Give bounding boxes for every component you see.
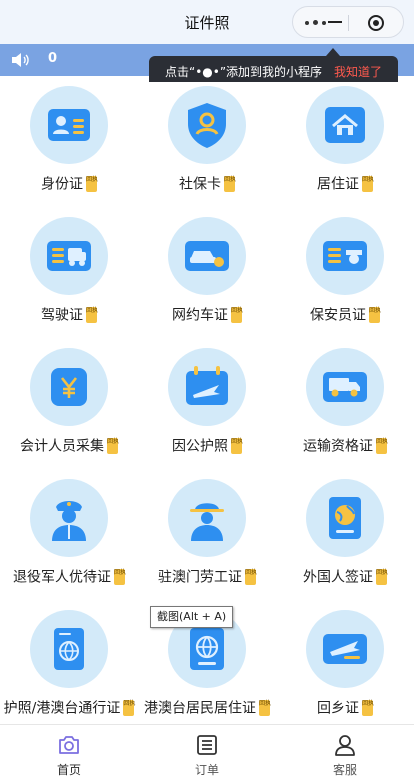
receipt-badge: 回执 <box>86 306 98 323</box>
capsule-divider <box>348 15 349 31</box>
notice-count: 0 <box>48 51 58 66</box>
grid-item-official-passport[interactable]: 因公护照 回执 <box>138 338 276 469</box>
bottom-tab-bar: 首页 订单 客服 <box>0 724 414 780</box>
passport-icon <box>54 628 84 670</box>
grid-item-accountant-collection[interactable]: 会计人员采集 回执 <box>0 338 138 469</box>
receipt-badge: 回执 <box>107 437 119 454</box>
grid-item-home-return-permit[interactable]: 回乡证 回执 <box>276 600 414 724</box>
grid-item-label: 回乡证 <box>317 700 359 717</box>
grid-item-label: 身份证 <box>41 176 83 193</box>
truck-license-icon <box>47 241 91 271</box>
receipt-badge: 回执 <box>231 437 243 454</box>
person-icon <box>335 735 355 756</box>
grid-item-passport-hk-macau-taiwan-permit[interactable]: 护照/港澳台通行证 回执 <box>0 600 138 724</box>
calendar-plane-icon <box>186 366 228 405</box>
grid-item-foreigner-visa[interactable]: 外国人签证 回执 <box>276 469 414 600</box>
tooltip-message: 点击“•●•”添加到我的小程序 <box>165 65 323 79</box>
receipt-badge: 回执 <box>114 568 126 585</box>
grid-item-residence-permit[interactable]: 居住证 回执 <box>276 76 414 207</box>
house-icon <box>325 107 365 143</box>
tab-customer-service[interactable]: 客服 <box>276 725 414 780</box>
grid-item-label: 因公护照 <box>172 438 228 455</box>
grid-item-label: 港澳台居民居住证 <box>144 700 256 717</box>
tab-label: 订单 <box>194 763 219 777</box>
grid-item-label: 运输资格证 <box>303 438 373 455</box>
grid-item-label: 网约车证 <box>172 307 228 324</box>
receipt-badge: 回执 <box>231 306 243 323</box>
tab-label: 首页 <box>56 763 81 777</box>
yuan-icon <box>51 368 87 406</box>
receipt-badge: 回执 <box>224 175 236 192</box>
grid-item-label: 护照/港澳台通行证 <box>3 700 121 717</box>
grid-item-label: 保安员证 <box>310 307 366 324</box>
grid-item-label: 居住证 <box>317 176 359 193</box>
camera-icon <box>59 736 79 754</box>
screenshot-hint-tooltip: 截图(Alt + A) <box>150 606 234 628</box>
mini-program-capsule <box>292 6 404 38</box>
grid-item-id-card[interactable]: 身份证 回执 <box>0 76 138 207</box>
grid-item-macau-labor-card[interactable]: 驻澳门劳工证 回执 <box>138 469 276 600</box>
id-card-icon <box>48 109 90 141</box>
grid-item-label: 退役军人优待证 <box>13 569 111 586</box>
shield-person-icon <box>188 103 226 148</box>
receipt-badge: 回执 <box>245 568 257 585</box>
top-nav-bar: 证件照 <box>0 0 414 44</box>
grid-item-label: 驻澳门劳工证 <box>158 569 242 586</box>
grid-item-security-guard-license[interactable]: 保安员证 回执 <box>276 207 414 338</box>
grid-item-social-security-card[interactable]: 社保卡 回执 <box>138 76 276 207</box>
more-menu-icon[interactable] <box>305 20 327 26</box>
grid-item-label: 外国人签证 <box>303 569 373 586</box>
receipt-badge: 回执 <box>259 699 271 716</box>
receipt-badge: 回执 <box>376 568 388 585</box>
delivery-truck-icon <box>323 372 367 402</box>
tooltip-dismiss-button[interactable]: 我知道了 <box>334 63 382 80</box>
minimize-icon[interactable] <box>328 21 342 23</box>
grid-item-label: 社保卡 <box>179 176 221 193</box>
grid-item-ride-hailing-license[interactable]: 网约车证 回执 <box>138 207 276 338</box>
receipt-badge: 回执 <box>362 699 374 716</box>
tab-orders[interactable]: 订单 <box>138 725 276 780</box>
tab-label: 客服 <box>332 763 357 777</box>
receipt-badge: 回执 <box>123 699 135 716</box>
grid-item-driver-license[interactable]: 驾驶证 回执 <box>0 207 138 338</box>
worker-helmet-icon <box>190 503 224 541</box>
tooltip-arrow <box>326 48 340 56</box>
grid-item-transport-qualification[interactable]: 运输资格证 回执 <box>276 338 414 469</box>
receipt-badge: 回执 <box>369 306 381 323</box>
receipt-badge: 回执 <box>86 175 98 192</box>
close-target-icon[interactable] <box>368 15 384 31</box>
speaker-icon <box>12 53 29 67</box>
grid-item-label: 驾驶证 <box>41 307 83 324</box>
car-icon <box>185 241 229 271</box>
globe-book-icon <box>329 497 361 539</box>
order-list-icon <box>197 735 217 755</box>
grid-item-label: 会计人员采集 <box>20 438 104 455</box>
guard-card-icon <box>323 241 367 271</box>
grid-item-veteran-preferential-card[interactable]: 退役军人优待证 回执 <box>0 469 138 600</box>
tab-home[interactable]: 首页 <box>0 725 138 780</box>
soldier-icon <box>52 501 86 541</box>
receipt-badge: 回执 <box>376 437 388 454</box>
add-mini-program-tooltip: 点击“•●•”添加到我的小程序 我知道了 <box>149 56 398 82</box>
receipt-badge: 回执 <box>362 175 374 192</box>
globe-passport-icon <box>190 628 224 670</box>
plane-card-icon <box>323 634 367 664</box>
